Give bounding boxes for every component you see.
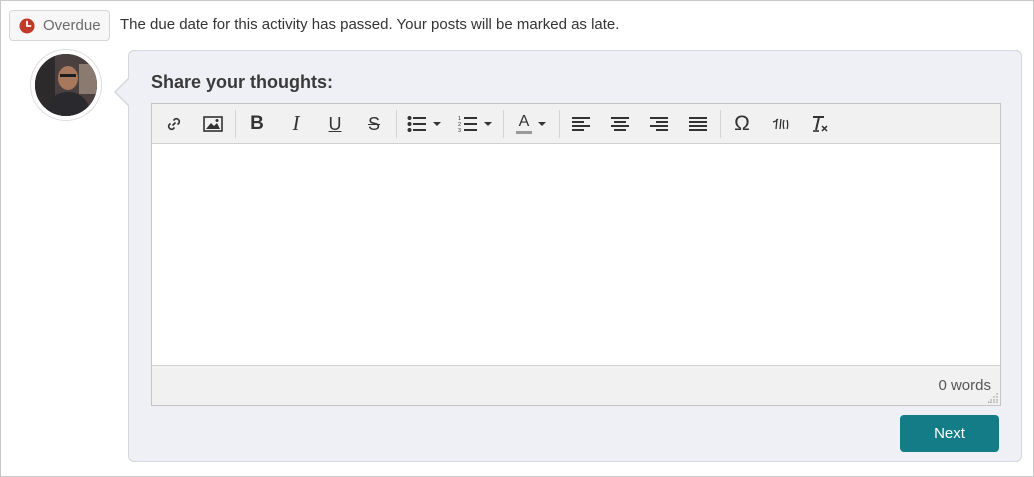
bullet-list-button[interactable]: [400, 109, 448, 139]
align-right-button[interactable]: [641, 109, 677, 139]
bullet-list-icon: [407, 115, 426, 132]
clock-icon: [19, 18, 35, 34]
image-button[interactable]: [195, 109, 231, 139]
align-right-icon: [650, 116, 668, 131]
underline-button[interactable]: U: [317, 109, 353, 139]
text-color-button[interactable]: A: [507, 109, 555, 139]
word-count: 0 words: [938, 377, 991, 394]
special-character-button[interactable]: Ω: [724, 109, 760, 139]
link-button[interactable]: [156, 109, 192, 139]
color-swatch: [516, 130, 532, 134]
text-color-icon: A: [516, 112, 532, 134]
avatar: [31, 50, 101, 120]
bold-icon: B: [250, 113, 264, 134]
toolbar-separator: [720, 109, 721, 138]
align-left-icon: [572, 116, 590, 131]
align-left-button[interactable]: [563, 109, 599, 139]
rich-text-editor: B I U S 1 2 3 A Ω 0 words: [151, 103, 1001, 406]
overdue-message: The due date for this activity has passe…: [120, 16, 620, 33]
math-formula-button[interactable]: [763, 109, 799, 139]
special-character-icon: Ω: [734, 112, 750, 135]
strikethrough-button[interactable]: S: [356, 109, 392, 139]
resize-handle-icon[interactable]: [988, 393, 998, 403]
avatar-photo: [35, 54, 97, 116]
text-color-glyph: A: [518, 112, 530, 130]
bold-button[interactable]: B: [239, 109, 275, 139]
overdue-label: Overdue: [43, 17, 101, 34]
clear-formatting-icon: [813, 115, 828, 132]
strikethrough-icon: S: [367, 113, 380, 134]
toolbar-separator: [396, 109, 397, 138]
toolbar-separator: [503, 109, 504, 138]
align-center-icon: [611, 116, 629, 131]
align-justify-icon: [689, 116, 707, 131]
toolbar-separator: [235, 109, 236, 138]
clear-formatting-button[interactable]: [802, 109, 838, 139]
link-icon: [167, 117, 181, 130]
underline-icon: U: [328, 113, 342, 134]
editor-toolbar: B I U S 1 2 3 A Ω: [152, 104, 1000, 144]
card-pointer-fill: [116, 79, 129, 105]
image-icon: [203, 115, 223, 132]
chevron-down-icon: [484, 121, 492, 126]
composer-title: Share your thoughts:: [151, 72, 334, 92]
editor-text-area[interactable]: [152, 144, 1000, 365]
toolbar-separator: [559, 109, 560, 138]
svg-text:3: 3: [458, 128, 461, 133]
numbered-list-icon: 1 2 3: [458, 116, 477, 133]
numbered-list-button[interactable]: 1 2 3: [451, 109, 499, 139]
editor-statusbar: 0 words: [152, 365, 1000, 405]
math-formula-icon: [772, 118, 789, 129]
align-justify-button[interactable]: [680, 109, 716, 139]
overdue-badge: Overdue: [9, 10, 110, 41]
align-center-button[interactable]: [602, 109, 638, 139]
chevron-down-icon: [433, 121, 441, 126]
next-button[interactable]: Next: [900, 415, 999, 452]
chevron-down-icon: [538, 121, 546, 126]
italic-icon: I: [292, 111, 300, 135]
composer-card: Share your thoughts: B I U S 1 2 3 A Ω 0…: [128, 50, 1022, 462]
italic-button[interactable]: I: [278, 109, 314, 139]
